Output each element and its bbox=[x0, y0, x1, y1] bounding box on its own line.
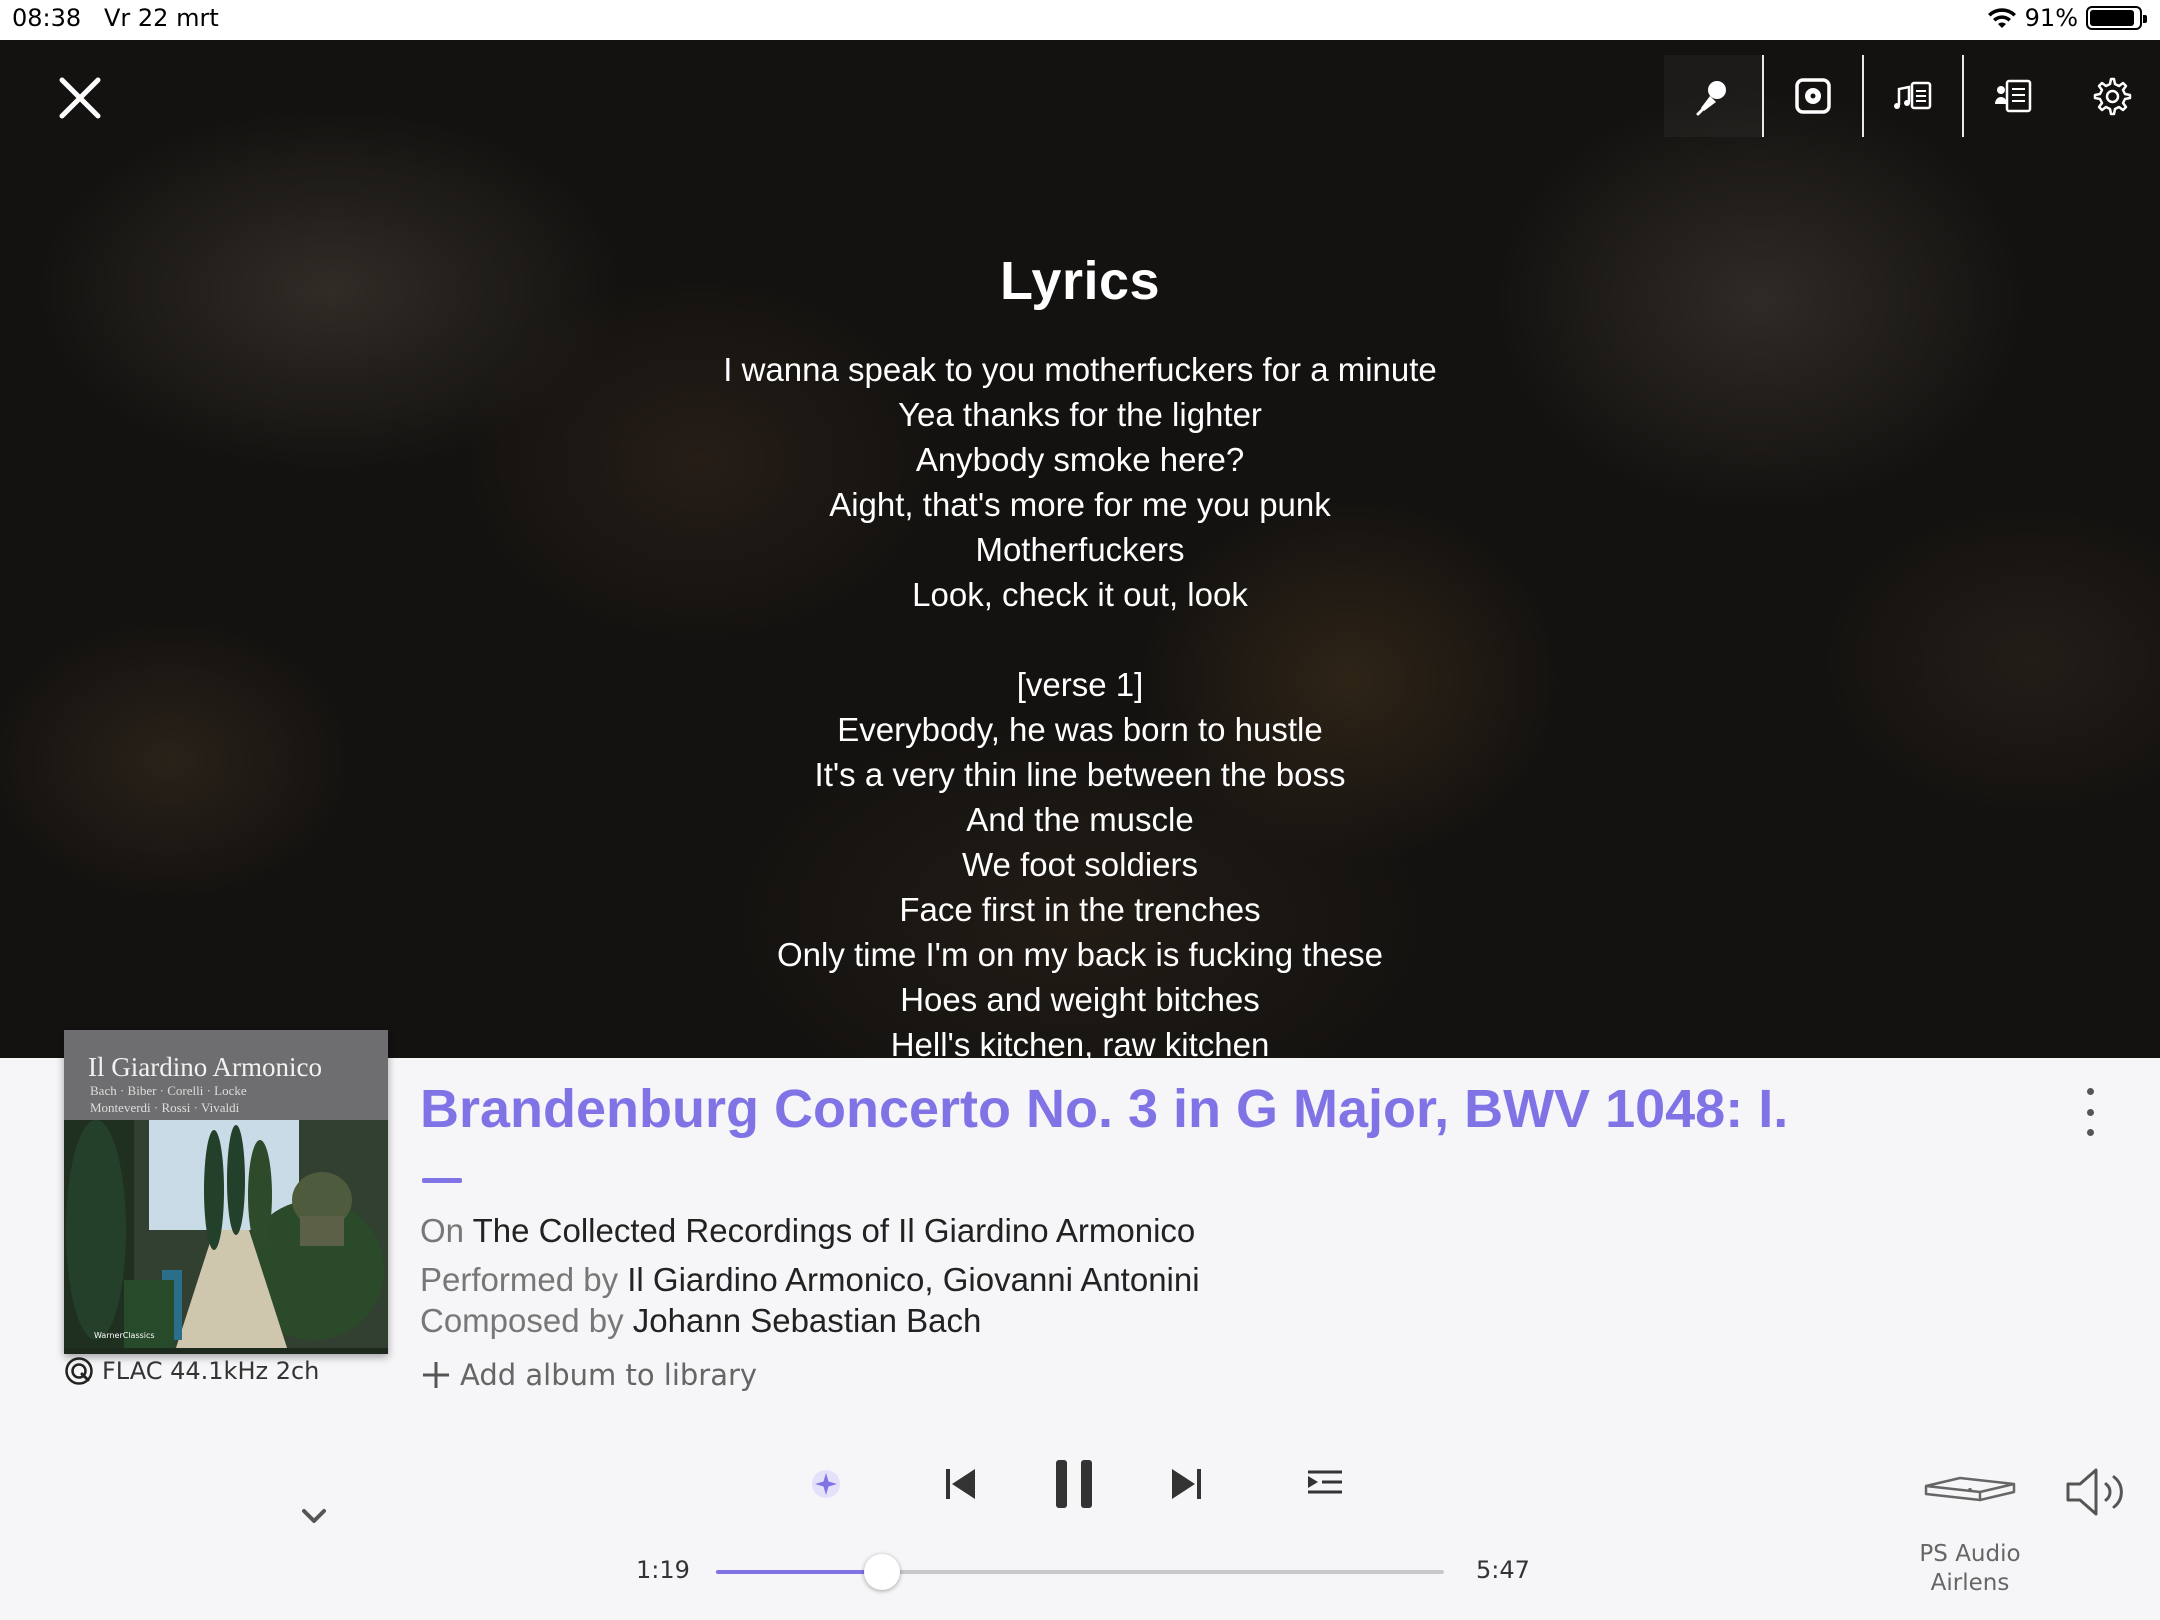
qobuz-icon bbox=[65, 1357, 93, 1385]
lyric-line: Look, check it out, look bbox=[912, 576, 1248, 613]
album-link[interactable]: The Collected Recordings of Il Giardino … bbox=[473, 1212, 1196, 1249]
lyric-line: Only time I'm on my back is fucking thes… bbox=[776, 936, 1384, 973]
add-album-label: Add album to library bbox=[460, 1358, 758, 1392]
lyrics-button[interactable] bbox=[1664, 55, 1762, 137]
lyrics-overlay: Lyrics I wanna speak to you motherfucker… bbox=[0, 40, 2160, 1058]
status-date: Vr 22 mrt bbox=[104, 4, 219, 32]
previous-button[interactable] bbox=[941, 1464, 981, 1504]
track-title[interactable]: Brandenburg Concerto No. 3 in G Major, B… bbox=[420, 1078, 1788, 1140]
lyrics-text: I wanna speak to you motherfuckers for a… bbox=[0, 347, 2160, 1058]
document-icon bbox=[1995, 79, 2032, 113]
credits-button[interactable] bbox=[1864, 55, 1962, 137]
speaker-icon bbox=[2066, 1468, 2123, 1516]
battery-percentage: 91% bbox=[2024, 4, 2078, 32]
album-view-icon bbox=[1795, 78, 1831, 114]
more-dot bbox=[2086, 1108, 2094, 1116]
album-cover-composers-line2: Monteverdi · Rossi · Vivaldi bbox=[90, 1100, 240, 1115]
progress-handle[interactable] bbox=[863, 1554, 900, 1590]
album-prefix: On bbox=[420, 1212, 465, 1249]
composer-link[interactable]: Johann Sebastian Bach bbox=[633, 1302, 982, 1339]
lyric-line: Face first in the trenches bbox=[899, 891, 1261, 928]
zone-name-line2: Airlens bbox=[1930, 1570, 2010, 1596]
lyric-line: We foot soldiers bbox=[962, 846, 1198, 883]
lyric-line: [verse 1] bbox=[1016, 666, 1144, 703]
radio-button[interactable] bbox=[808, 1466, 844, 1502]
more-options-button[interactable] bbox=[2080, 1088, 2100, 1136]
review-button[interactable] bbox=[1964, 55, 2062, 137]
volume-button[interactable] bbox=[2064, 1464, 2132, 1520]
battery-icon bbox=[2086, 6, 2147, 30]
settings-icon bbox=[2093, 77, 2132, 116]
add-album-button[interactable]: Add album to library bbox=[420, 1358, 757, 1392]
track-title-underline bbox=[422, 1178, 462, 1183]
zone-name-line1: PS Audio bbox=[1919, 1541, 2021, 1567]
now-playing-panel: Il Giardino Armonico Bach · Biber · Core… bbox=[0, 1030, 2160, 1620]
sparkle-icon bbox=[812, 1470, 840, 1498]
album-cover-header: Il Giardino Armonico Bach · Biber · Core… bbox=[64, 1030, 388, 1120]
close-icon bbox=[59, 77, 101, 119]
performers-prefix: Performed by bbox=[420, 1261, 619, 1298]
settings-button[interactable] bbox=[2062, 55, 2160, 137]
more-dot bbox=[2086, 1088, 2094, 1095]
next-button[interactable] bbox=[1166, 1464, 1206, 1504]
skip-previous-icon bbox=[946, 1469, 975, 1499]
lyrics-title: Lyrics bbox=[999, 251, 1161, 311]
album-cover-composers-line1: Bach · Biber · Corelli · Locke bbox=[90, 1083, 247, 1098]
zone-name: PS Audio Airlens bbox=[1916, 1540, 2024, 1598]
close-button[interactable] bbox=[52, 70, 108, 126]
composer-prefix: Composed by bbox=[420, 1302, 624, 1339]
audio-format-label: FLAC 44.1kHz 2ch bbox=[102, 1357, 320, 1385]
lyric-line: Aight, that's more for me you punk bbox=[829, 486, 1331, 523]
album-art[interactable]: Il Giardino Armonico Bach · Biber · Core… bbox=[64, 1030, 388, 1354]
lyric-line: Everybody, he was born to hustle bbox=[837, 711, 1323, 748]
performers-link[interactable]: Il Giardino Armonico, Giovanni Antonini bbox=[627, 1261, 1199, 1298]
pause-icon bbox=[1056, 1460, 1092, 1508]
more-dot bbox=[2086, 1129, 2094, 1136]
album-view-button[interactable] bbox=[1764, 55, 1862, 137]
lyric-line: And the muscle bbox=[966, 801, 1194, 838]
lyric-line: Hoes and weight bitches bbox=[900, 981, 1260, 1018]
plus-icon bbox=[423, 1362, 449, 1388]
lyric-line bbox=[0, 617, 2160, 662]
progress-bar[interactable] bbox=[716, 1554, 1444, 1590]
wifi-icon bbox=[1987, 8, 2016, 28]
queue-button[interactable] bbox=[1306, 1468, 1344, 1500]
music-notes-icon bbox=[1894, 81, 1932, 110]
microphone-icon bbox=[1696, 81, 1726, 116]
status-indicators: 91% bbox=[1987, 4, 2147, 32]
status-bar: 08:38 Vr 22 mrt 91% bbox=[0, 0, 2160, 40]
elapsed-time: 1:19 bbox=[636, 1556, 690, 1584]
total-time: 5:47 bbox=[1476, 1556, 1530, 1584]
zone-button[interactable]: PS Audio Airlens bbox=[1916, 1466, 2024, 1620]
lyrics-toolbar bbox=[1664, 55, 2160, 137]
album-line: On The Collected Recordings of Il Giardi… bbox=[420, 1212, 1195, 1250]
status-time: 08:38 bbox=[12, 4, 82, 32]
audio-device-icon bbox=[1924, 1476, 2016, 1502]
lyric-line: Yea thanks for the lighter bbox=[898, 396, 1262, 433]
lyric-line: Anybody smoke here? bbox=[915, 441, 1245, 478]
performers-line: Performed by Il Giardino Armonico, Giova… bbox=[420, 1261, 1200, 1299]
chevron-down-icon bbox=[302, 1509, 326, 1523]
audio-format: FLAC 44.1kHz 2ch bbox=[64, 1356, 319, 1386]
album-cover-title: Il Giardino Armonico bbox=[88, 1052, 322, 1082]
composer-line: Composed by Johann Sebastian Bach bbox=[420, 1302, 981, 1340]
album-cover-composers: Bach · Biber · Corelli · Locke Monteverd… bbox=[90, 1082, 247, 1116]
queue-icon bbox=[1308, 1470, 1342, 1494]
record-label-logo: WarnerClassics bbox=[94, 1331, 155, 1340]
lyric-line: It's a very thin line between the boss bbox=[814, 756, 1346, 793]
collapse-button[interactable] bbox=[296, 1498, 332, 1534]
skip-next-icon bbox=[1172, 1469, 1201, 1499]
battery-level bbox=[2090, 10, 2134, 26]
lyric-line: Motherfuckers bbox=[975, 531, 1185, 568]
progress-fill bbox=[716, 1570, 882, 1574]
pause-button[interactable] bbox=[1052, 1458, 1096, 1510]
lyric-line: I wanna speak to you motherfuckers for a… bbox=[723, 351, 1437, 388]
